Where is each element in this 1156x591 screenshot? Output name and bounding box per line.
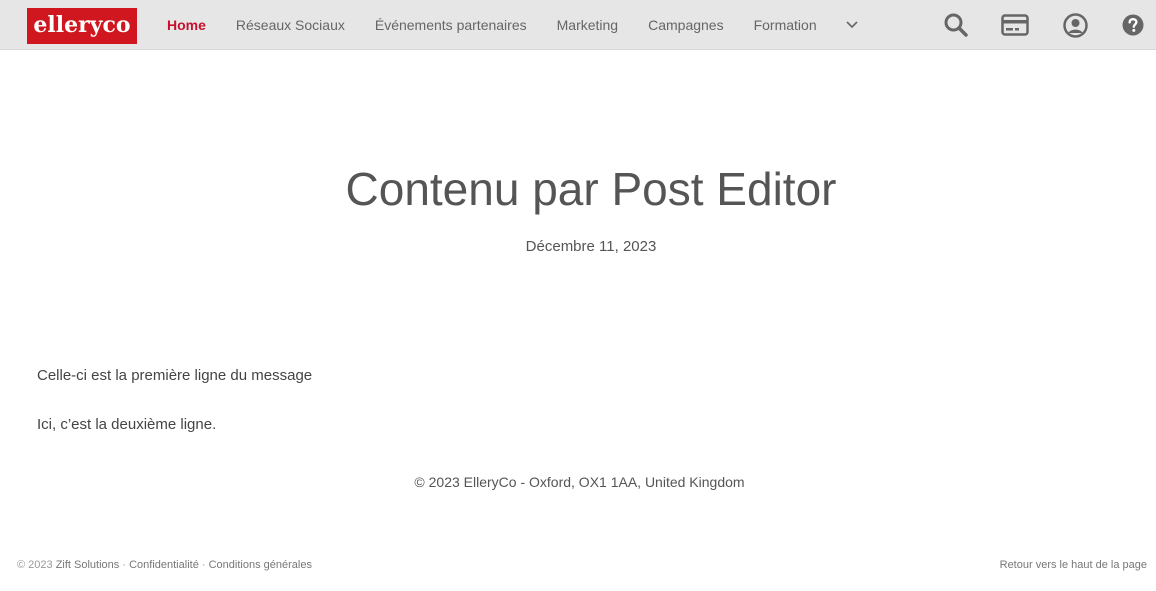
billing-button[interactable] (1001, 14, 1029, 36)
nav-item-marketing[interactable]: Marketing (542, 17, 633, 33)
nav-item-formation[interactable]: Formation (739, 17, 832, 33)
footer-company-link[interactable]: Zift Solutions (56, 559, 120, 571)
back-to-top-link[interactable]: Retour vers le haut de la page (1000, 559, 1147, 571)
chevron-down-icon (846, 21, 858, 29)
nav-item-home[interactable]: Home (152, 17, 221, 33)
page-footer-links: © 2023 Zift Solutions · Confidentialité … (17, 559, 312, 571)
footer-separator: · (122, 559, 127, 571)
account-button[interactable] (1063, 12, 1088, 38)
nav-item-reseaux-sociaux[interactable]: Réseaux Sociaux (221, 17, 360, 33)
help-icon (1122, 14, 1144, 36)
footer-separator: · (201, 559, 206, 571)
footer-copyright-year: © 2023 (17, 559, 53, 571)
user-account-icon (1063, 12, 1088, 38)
nav-item-evenements-partenaires[interactable]: Événements partenaires (360, 17, 542, 33)
nav-icon-group (943, 0, 1156, 50)
brand-logo[interactable]: elleryco (27, 8, 137, 44)
help-button[interactable] (1122, 14, 1144, 36)
footer-privacy-link[interactable]: Confidentialité (129, 559, 199, 571)
main-nav: Home Réseaux Sociaux Événements partenai… (152, 0, 872, 50)
post-date: Décembre 11, 2023 (525, 238, 657, 255)
footer-terms-link[interactable]: Conditions générales (209, 559, 312, 571)
search-icon (944, 13, 968, 37)
nav-more-button[interactable] (832, 21, 872, 29)
site-copyright: © 2023 ElleryCo - Oxford, OX1 1AA, Unite… (414, 474, 745, 490)
post-body-line: Celle-ci est la première ligne du messag… (37, 367, 313, 384)
post-title: Contenu par Post Editor (345, 163, 837, 215)
top-navbar: elleryco Home Réseaux Sociaux Événements… (0, 0, 1156, 50)
search-button[interactable] (943, 12, 969, 38)
post-body-line: Ici, c’est la deuxième ligne. (37, 416, 217, 433)
credit-card-icon (1001, 14, 1029, 36)
brand-logo-text: elleryco (33, 11, 131, 38)
nav-item-campagnes[interactable]: Campagnes (633, 17, 739, 33)
